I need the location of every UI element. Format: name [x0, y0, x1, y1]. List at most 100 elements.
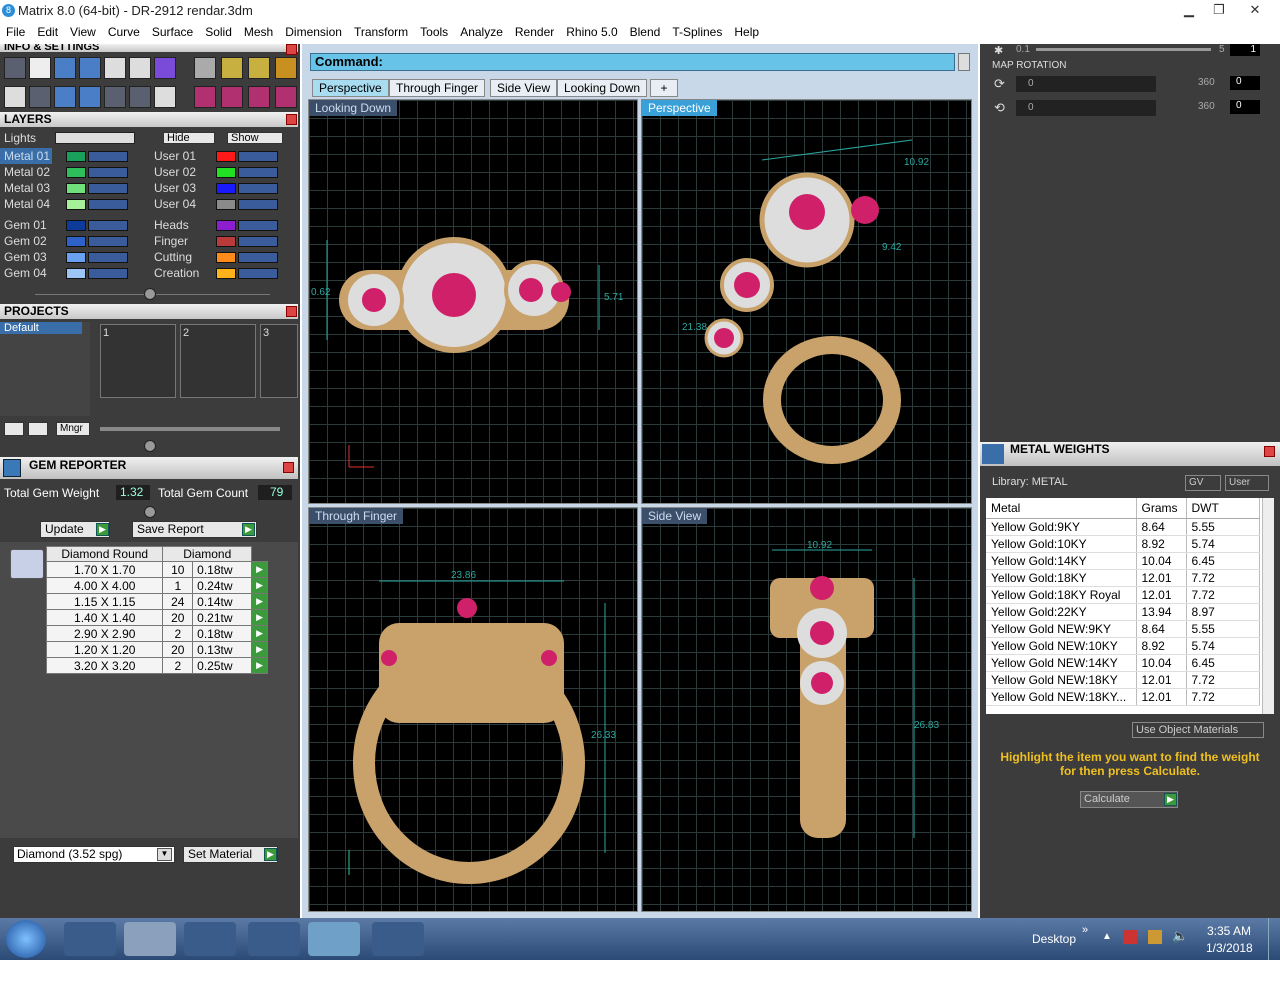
layer-lock-icon[interactable]	[88, 167, 128, 179]
table-row[interactable]: 1.70 X 1.70 10 0.18tw ▶	[45, 561, 268, 578]
desktop-label[interactable]: Desktop	[1032, 932, 1076, 946]
table-row[interactable]: Yellow Gold NEW:9KY 8.64 5.55	[986, 620, 1260, 638]
hide-button[interactable]: Hide	[163, 132, 215, 144]
layer-row[interactable]: Creation	[150, 265, 290, 281]
show-desktop-button[interactable]	[1268, 918, 1280, 960]
tray-up-icon[interactable]: ▲	[1102, 931, 1112, 942]
collapse-icon[interactable]	[144, 288, 156, 300]
layer-color-swatch[interactable]	[216, 252, 236, 264]
layer-lock-icon[interactable]	[88, 220, 128, 232]
media-player-icon[interactable]	[184, 922, 236, 956]
viewport-side-view[interactable]: Side View 10.92 26.83	[641, 507, 972, 912]
table-row[interactable]: Yellow Gold NEW:18KY 12.01 7.72	[986, 671, 1260, 689]
search-icon[interactable]	[29, 57, 51, 79]
play-icon[interactable]: ▶	[96, 523, 109, 536]
layer-lock-icon[interactable]	[88, 151, 128, 163]
layer-row[interactable]: User 04	[150, 196, 290, 212]
close-icon[interactable]	[286, 306, 297, 317]
layer-lock-icon[interactable]	[238, 268, 278, 280]
rotation-slider-1[interactable]: 0	[1016, 76, 1156, 92]
play-icon[interactable]: ▶	[264, 848, 277, 861]
layer-lock-icon[interactable]	[88, 236, 128, 248]
project-slot-1[interactable]: 1	[100, 324, 176, 398]
tab-through-finger[interactable]: Through Finger	[389, 79, 486, 97]
layer-color-swatch[interactable]	[216, 167, 236, 179]
layer-color-swatch[interactable]	[66, 268, 86, 280]
viewport-through-finger[interactable]: Through Finger 23.86 26.33	[308, 507, 638, 912]
layer-lock-icon[interactable]	[88, 252, 128, 264]
table-row[interactable]: Yellow Gold:22KY 13.94 8.97	[986, 603, 1260, 621]
rot-value[interactable]: 0	[1230, 100, 1260, 114]
menu-mesh[interactable]: Mesh	[238, 22, 279, 39]
command-line[interactable]: Command:	[310, 53, 955, 71]
print-icon[interactable]	[154, 86, 176, 108]
slider-value[interactable]: 1	[1230, 44, 1260, 56]
table-row[interactable]: 3.20 X 3.20 2 0.25tw ▶	[45, 657, 268, 674]
box-icon[interactable]	[79, 57, 101, 79]
table-row[interactable]: 1.15 X 1.15 24 0.14tw ▶	[45, 593, 268, 610]
layer-row[interactable]: Metal 01	[0, 148, 140, 164]
settings-icon[interactable]	[4, 57, 26, 79]
layer-color-swatch[interactable]	[216, 220, 236, 232]
edit-icon[interactable]	[129, 57, 151, 79]
layer-color-swatch[interactable]	[66, 151, 86, 163]
cube-frame-icon[interactable]	[54, 86, 76, 108]
ring-tool4-icon[interactable]	[275, 86, 297, 108]
layer-lock-icon[interactable]	[238, 236, 278, 248]
table-row[interactable]: Yellow Gold:18KY Royal 12.01 7.72	[986, 586, 1260, 604]
layer-row[interactable]: Gem 03	[0, 249, 140, 265]
table-row[interactable]: Yellow Gold NEW:10KY 8.92 5.74	[986, 637, 1260, 655]
menu-analyze[interactable]: Analyze	[454, 22, 509, 39]
project-slot-3[interactable]: 3	[260, 324, 298, 398]
use-object-materials-toggle[interactable]: Use Object Materials	[1132, 722, 1264, 738]
row-play-icon[interactable]: ▶	[251, 625, 268, 642]
layer-row[interactable]: Gem 02	[0, 233, 140, 249]
menu-tools[interactable]: Tools	[414, 22, 454, 39]
menu-solid[interactable]: Solid	[199, 22, 238, 39]
scrollbar[interactable]	[1262, 498, 1274, 714]
ring-tool2-icon[interactable]	[221, 86, 243, 108]
clock-time[interactable]: 3:35 AM	[1207, 924, 1251, 938]
table-row[interactable]: Yellow Gold:10KY 8.92 5.74	[986, 535, 1260, 553]
layer-row[interactable]: Finger	[150, 233, 290, 249]
menu-curve[interactable]: Curve	[102, 22, 146, 39]
layer-color-swatch[interactable]	[216, 268, 236, 280]
table-row[interactable]: Yellow Gold NEW:18KY... 12.01 7.72	[986, 688, 1260, 706]
rotation-slider-2[interactable]: 0	[1016, 100, 1156, 116]
row-play-icon[interactable]: ▶	[251, 609, 268, 626]
gv-toggle[interactable]: GV	[1185, 475, 1221, 491]
layer-color-swatch[interactable]	[216, 199, 236, 211]
add-icon[interactable]	[4, 422, 24, 436]
gem-tool3-icon[interactable]	[275, 57, 297, 79]
maximize-button[interactable]: ❐	[1204, 0, 1234, 20]
viewport-looking-down[interactable]: Looking Down 0.62 5.71	[308, 99, 638, 504]
volume-icon[interactable]: 🔈	[1172, 928, 1188, 944]
table-row[interactable]: Yellow Gold:18KY 12.01 7.72	[986, 569, 1260, 587]
layer-lock-icon[interactable]	[88, 183, 128, 195]
slider-1[interactable]	[1036, 48, 1211, 51]
table-row[interactable]: 2.90 X 2.90 2 0.18tw ▶	[45, 625, 268, 642]
close-icon[interactable]	[283, 462, 294, 473]
menu-tsplines[interactable]: T-Splines	[666, 22, 728, 39]
layer-row[interactable]: User 01	[150, 148, 290, 164]
project-scroll[interactable]	[100, 427, 280, 431]
grid-icon[interactable]	[4, 86, 26, 108]
internet-explorer-icon[interactable]	[64, 922, 116, 956]
close-icon[interactable]	[1264, 446, 1275, 457]
network-icon[interactable]	[1148, 930, 1162, 944]
menu-transform[interactable]: Transform	[348, 22, 414, 39]
monitor-icon[interactable]	[29, 86, 51, 108]
menu-surface[interactable]: Surface	[146, 22, 199, 39]
layer-color-swatch[interactable]	[216, 151, 236, 163]
layer-lock-icon[interactable]	[238, 183, 278, 195]
layer-row[interactable]: Gem 01	[0, 217, 140, 233]
row-play-icon[interactable]: ▶	[251, 561, 268, 578]
mngr-button[interactable]: Mngr	[56, 422, 90, 436]
table-row[interactable]: Yellow Gold:9KY 8.64 5.55	[986, 518, 1260, 536]
action-center-icon[interactable]	[1123, 930, 1137, 944]
matrix-icon[interactable]	[308, 922, 360, 956]
lights-control[interactable]	[55, 132, 135, 144]
tab-side-view[interactable]: Side View	[490, 79, 558, 97]
layer-lock-icon[interactable]	[88, 268, 128, 280]
tab-looking-down[interactable]: Looking Down	[557, 79, 648, 97]
